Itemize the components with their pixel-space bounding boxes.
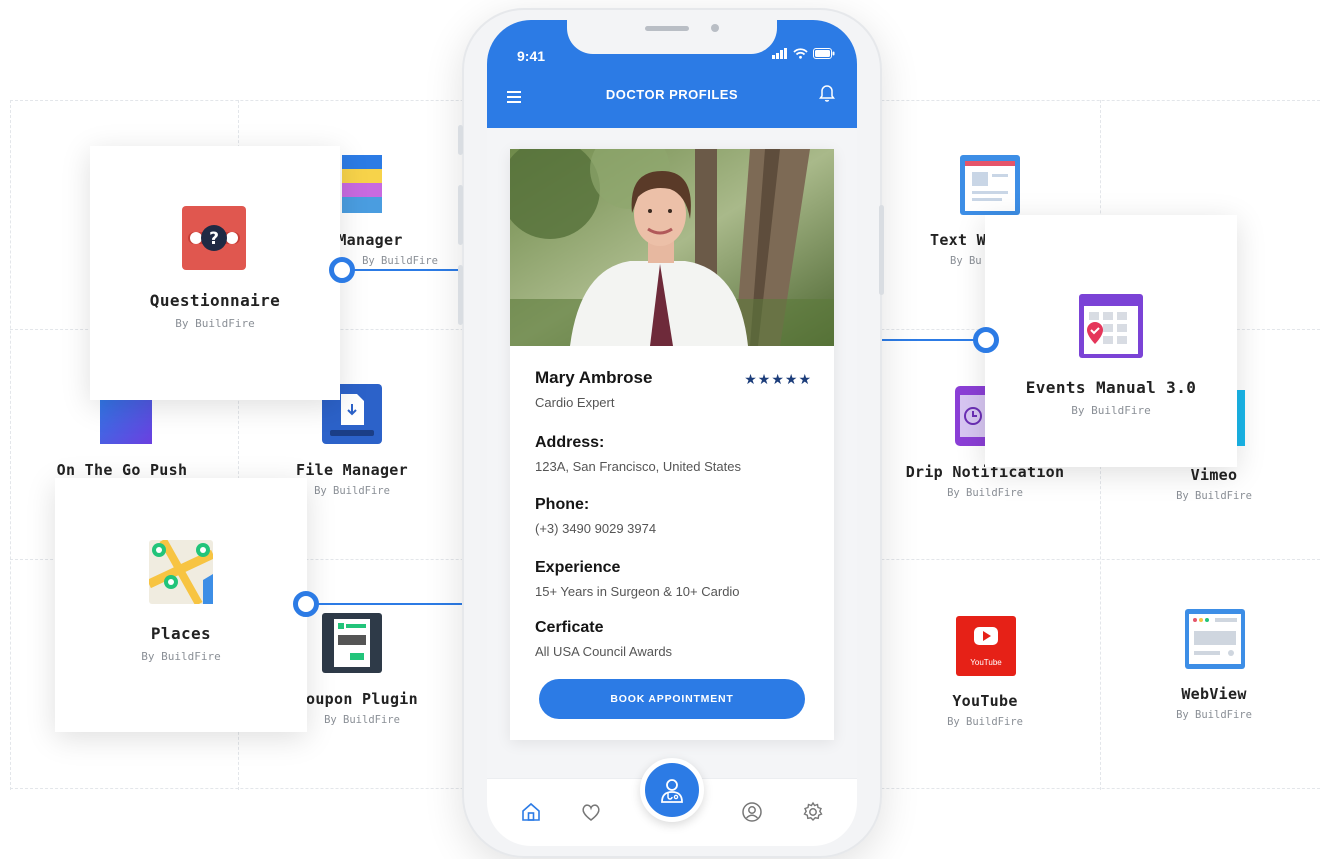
home-icon[interactable] [519,800,543,824]
tile-name: WebView [1181,685,1247,703]
phone-label: Phone: [535,496,590,513]
doctor-profile-card: Mary Ambrose Cardio Expert ★★★★★ Address… [510,149,834,740]
phone-notch [567,20,777,54]
book-appointment-button[interactable]: BOOK APPOINTMENT [539,679,805,719]
card-author: By BuildFire [1071,404,1151,417]
phone-side-button [458,125,463,155]
connector-line [342,269,464,271]
certificate-value: All USA Council Awards [535,644,673,659]
certificate-section: Cerficate All USA Council Awards [535,619,672,659]
doctor-photo [510,149,834,346]
doctor-specialty: Cardio Expert [535,395,615,410]
status-icons [772,48,835,59]
card-name: Places [150,624,212,643]
address-section: Address: 123A, San Francisco, United Sta… [535,434,741,474]
settings-icon[interactable] [801,800,825,824]
page-title: DOCTOR PROFILES [605,87,739,102]
phone-value: (+3) 3490 9029 3974 [535,521,657,536]
card-places[interactable]: Places By BuildFire [55,478,307,732]
connector-dot [973,327,999,353]
connector-dot [329,257,355,283]
phone-side-button [458,185,463,245]
phone-side-button [879,205,884,295]
camera [711,24,719,32]
address-label: Address: [535,434,605,451]
certificate-label: Cerficate [535,619,604,636]
bell-icon[interactable] [819,84,835,102]
tile-name: File Manager [296,461,408,479]
wifi-icon [793,48,808,59]
phone-section: Phone: (+3) 3490 9029 3974 [535,496,656,536]
heart-icon[interactable] [579,800,603,824]
grid-line [10,100,11,790]
tile-on-the-go-push[interactable]: On The Go Push [22,461,222,479]
status-time: 9:41 [517,48,546,64]
youtube-icon: YouTube [956,616,1016,680]
coupon-icon [322,613,382,677]
battery-icon [813,48,835,59]
tile-author: By BuildFire [947,487,1023,499]
svg-text:?: ? [209,229,219,249]
tile-name: On The Go Push [56,461,188,479]
vimeo-icon [1237,390,1245,450]
connector-dot [293,591,319,617]
experience-section: Experience 15+ Years in Surgeon & 10+ Ca… [535,559,740,599]
calendar-icon [1079,294,1143,362]
tile-author: By BuildFire [1176,490,1252,502]
rating-stars: ★★★★★ [744,372,812,388]
tile-vimeo[interactable]: Vimeo By BuildFire [1114,466,1314,502]
connector-line [878,339,986,341]
app-bar: 9:41 DOCTOR PROFILES [487,20,857,128]
text-document-icon [960,155,1020,219]
youtube-icon-caption: YouTube [970,658,1002,667]
doctor-icon[interactable] [640,758,704,822]
experience-label: Experience [535,559,621,576]
tile-webview[interactable]: WebView By BuildFire [1114,685,1314,721]
connector-line [306,603,464,605]
card-author: By BuildFire [175,317,255,330]
tile-name: Vimeo [1190,466,1238,484]
push-notification-icon [100,392,152,448]
signal-icon [772,48,787,59]
tile-youtube[interactable]: YouTube By BuildFire [885,692,1085,728]
map-pins-icon [147,538,215,608]
card-questionnaire[interactable]: ? Questionnaire By BuildFire [90,146,340,400]
card-author: By BuildFire [141,650,221,663]
tile-drip-notification[interactable]: Drip Notification By BuildFire [885,463,1085,499]
phone-side-button [458,265,463,325]
card-events-manual[interactable]: Events Manual 3.0 By BuildFire [985,215,1237,467]
browser-window-icon [1185,609,1245,673]
tile-author: By BuildFire [947,716,1023,728]
doctor-info: Mary Ambrose Cardio Expert [535,368,652,410]
experience-value: 15+ Years in Surgeon & 10+ Cardio [535,584,740,599]
card-name: Events Manual 3.0 [1025,378,1197,397]
question-mark-icon: ? [182,206,246,274]
tile-name: YouTube [952,692,1018,710]
tile-author: By BuildFire [1176,709,1252,721]
folder-stack-icon [342,155,382,217]
speaker [645,26,689,31]
address-value: 123A, San Francisco, United States [535,459,741,474]
phone-screen: 9:41 DOCTOR PROFILES Mary Ambrose Cardio… [487,20,857,846]
doctor-name: Mary Ambrose [535,368,653,387]
user-icon[interactable] [740,800,764,824]
card-name: Questionnaire [149,291,281,310]
